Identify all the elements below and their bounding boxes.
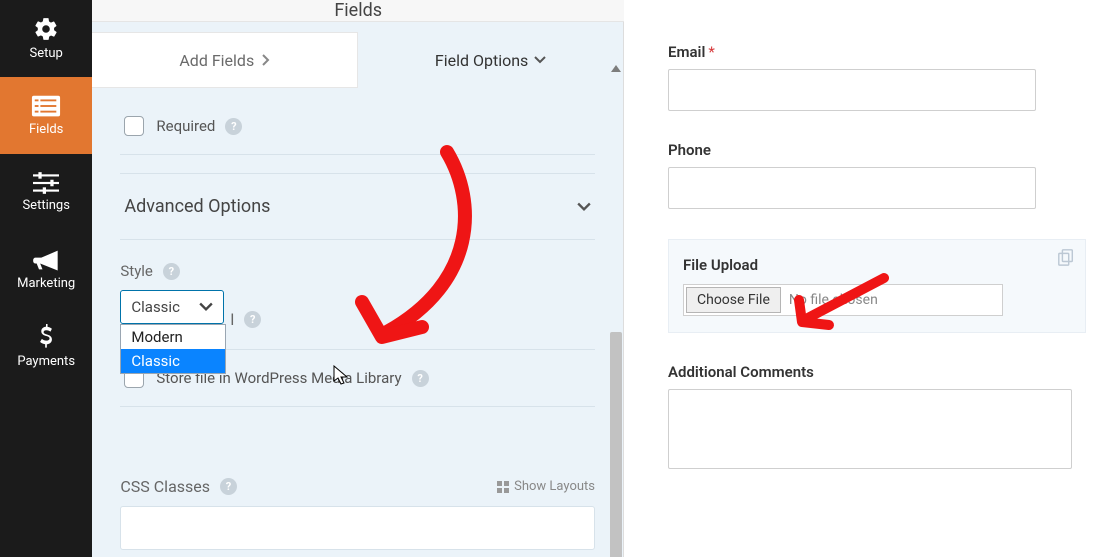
help-icon[interactable]: ?	[220, 478, 237, 495]
form-preview: Email * Phone File Upload Choose File No…	[624, 0, 1116, 557]
tab-field-options[interactable]: Field Options	[358, 32, 623, 88]
show-layouts-label: Show Layouts	[514, 479, 595, 494]
comments-textarea[interactable]	[668, 389, 1072, 469]
phone-input[interactable]	[668, 167, 1036, 209]
sliders-icon	[33, 172, 59, 194]
nav-payments[interactable]: Payments	[0, 308, 92, 385]
tab-add-fields[interactable]: Add Fields	[92, 32, 358, 88]
style-label: Style	[120, 262, 153, 280]
nav-label: Payments	[17, 354, 75, 369]
nav-label: Marketing	[17, 276, 75, 291]
advanced-label: Advanced Options	[124, 196, 270, 217]
grid-icon	[497, 481, 509, 493]
field-phone: Phone	[668, 141, 1086, 209]
required-asterisk: *	[708, 43, 714, 61]
show-layouts-link[interactable]: Show Layouts	[497, 479, 595, 494]
help-icon[interactable]: ?	[163, 263, 180, 280]
nav-fields[interactable]: Fields	[0, 77, 92, 154]
chevron-down-icon	[534, 55, 546, 65]
nav-setup[interactable]: Setup	[0, 0, 92, 77]
gear-icon	[33, 16, 59, 42]
tab-label: Field Options	[435, 51, 528, 70]
css-classes-input[interactable]	[120, 506, 595, 550]
css-classes-label: CSS Classes	[120, 477, 210, 496]
file-upload-label: File Upload	[683, 256, 758, 274]
scroll-thumb[interactable]	[610, 332, 622, 557]
duplicate-icon[interactable]	[1057, 248, 1075, 266]
nav-label: Setup	[30, 46, 63, 61]
chevron-down-icon	[199, 302, 213, 312]
style-option-modern[interactable]: Modern	[121, 325, 225, 349]
cursor-icon	[333, 365, 351, 387]
email-label: Email	[668, 43, 705, 61]
style-dropdown: Modern Classic	[120, 324, 226, 374]
list-icon	[31, 94, 61, 118]
panel-tabs: Add Fields Field Options	[92, 32, 623, 88]
sidebar-nav: Setup Fields Settings Marketing Payments	[0, 0, 92, 557]
comments-label: Additional Comments	[668, 363, 814, 381]
css-classes-row: CSS Classes ? Show Layouts	[120, 477, 595, 496]
style-selected: Classic	[131, 298, 180, 316]
hide-label-fragment: l	[230, 310, 234, 329]
dollar-icon	[38, 324, 54, 350]
phone-label: Phone	[668, 141, 711, 159]
megaphone-icon	[32, 248, 60, 272]
nav-label: Settings	[22, 198, 69, 213]
annotation-arrow-2	[774, 270, 894, 340]
tab-label: Add Fields	[179, 51, 254, 70]
choose-file-button[interactable]: Choose File	[686, 287, 781, 313]
page-title: Fields	[92, 0, 624, 22]
nav-marketing[interactable]: Marketing	[0, 231, 92, 308]
style-option-classic[interactable]: Classic	[121, 349, 225, 373]
required-label: Required	[156, 117, 215, 135]
chevron-right-icon	[260, 54, 270, 66]
field-comments: Additional Comments	[668, 363, 1086, 469]
chevron-down-icon	[577, 202, 591, 212]
annotation-arrow-1	[327, 142, 487, 372]
help-icon[interactable]: ?	[412, 370, 429, 387]
scrollbar[interactable]	[609, 65, 622, 95]
field-email: Email *	[668, 43, 1086, 111]
nav-label: Fields	[29, 122, 63, 137]
nav-settings[interactable]: Settings	[0, 154, 92, 231]
email-input[interactable]	[668, 69, 1036, 111]
help-icon[interactable]: ?	[244, 311, 261, 328]
help-icon[interactable]: ?	[225, 118, 242, 135]
required-checkbox[interactable]	[124, 116, 144, 136]
style-select[interactable]: Classic Modern Classic	[120, 290, 224, 324]
